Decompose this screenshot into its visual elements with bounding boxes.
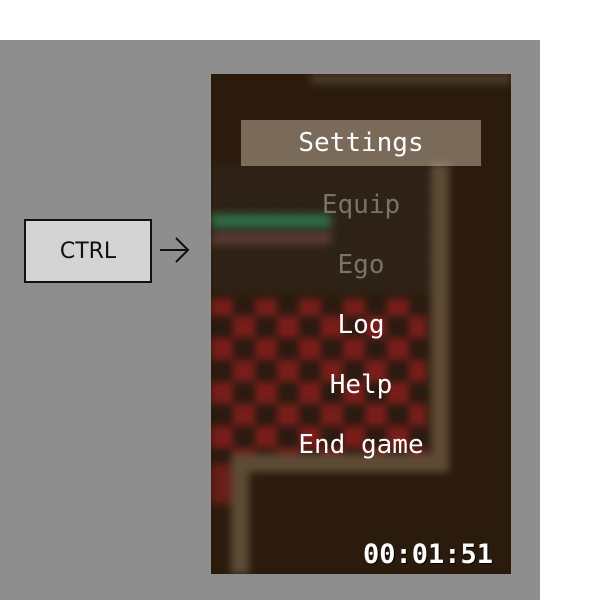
menu-item-ego: Ego xyxy=(241,242,481,288)
menu-item-equip: Equip xyxy=(241,182,481,228)
game-timer: 00:01:51 xyxy=(362,539,493,570)
menu-item-help[interactable]: Help xyxy=(241,362,481,408)
ctrl-key-label: CTRL xyxy=(59,238,117,264)
menu-item-log[interactable]: Log xyxy=(241,302,481,348)
menu-item-settings[interactable]: Settings xyxy=(241,120,481,166)
menu-item-end-game[interactable]: End game xyxy=(241,422,481,468)
arrow-right-icon xyxy=(160,237,190,263)
menu-item-label: Equip xyxy=(321,190,401,220)
ctrl-key-hint: CTRL xyxy=(24,219,152,283)
game-menu: Settings Equip Ego Log Help End game xyxy=(211,74,511,574)
game-viewport: Settings Equip Ego Log Help End game 00:… xyxy=(211,74,511,574)
menu-item-label: End game xyxy=(298,430,424,460)
menu-item-label: Ego xyxy=(337,250,385,280)
menu-item-label: Settings xyxy=(298,128,424,158)
menu-item-label: Log xyxy=(337,310,385,340)
menu-item-label: Help xyxy=(329,370,393,400)
